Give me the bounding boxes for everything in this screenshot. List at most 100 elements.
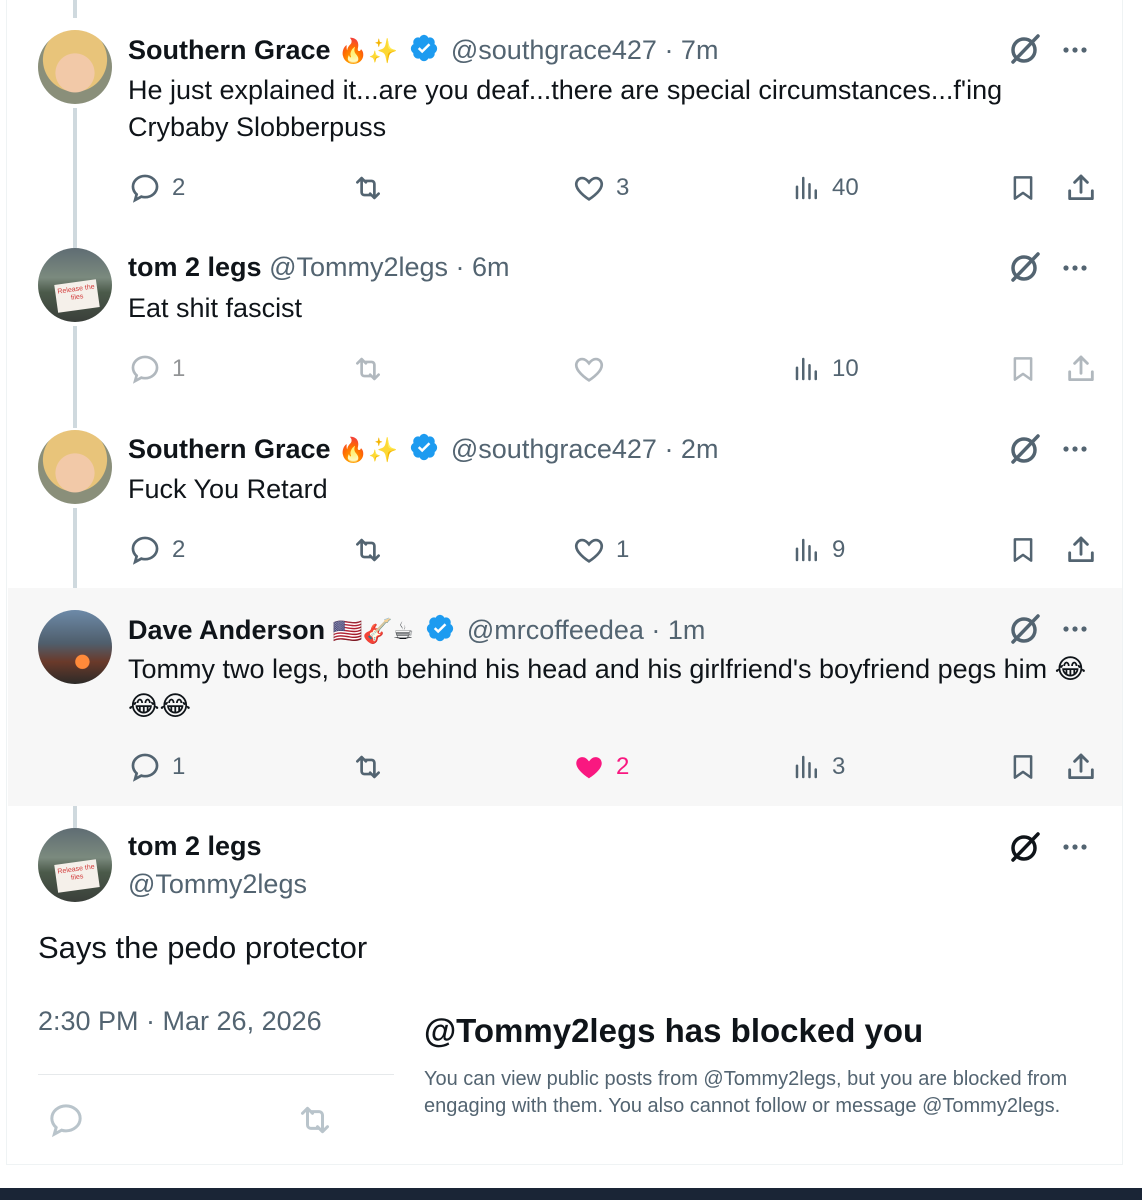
like-button[interactable]: 3 bbox=[572, 168, 629, 208]
reply-button[interactable]: 2 bbox=[128, 168, 185, 208]
views-button[interactable]: 40 bbox=[792, 168, 859, 208]
share-icon bbox=[1068, 174, 1094, 201]
reply-button[interactable]: 1 bbox=[128, 349, 185, 389]
timestamp[interactable]: · 6m bbox=[456, 252, 510, 282]
reply-icon bbox=[50, 1104, 82, 1138]
views-button[interactable]: 10 bbox=[792, 349, 859, 389]
grok-icon[interactable] bbox=[1008, 830, 1042, 864]
retweet-button[interactable] bbox=[350, 530, 386, 570]
retweet-button[interactable] bbox=[350, 349, 386, 389]
handle[interactable]: @Tommy2legs bbox=[128, 868, 307, 900]
handle[interactable]: @Tommy2legs bbox=[269, 252, 448, 282]
bookmark-icon bbox=[1013, 176, 1033, 200]
bookmark-button[interactable] bbox=[1008, 168, 1038, 208]
display-name-text: tom 2 legs bbox=[128, 831, 262, 861]
grok-icon[interactable] bbox=[1008, 32, 1042, 66]
tweet-text: Eat shit fascist bbox=[128, 293, 303, 323]
reply-count: 1 bbox=[172, 355, 186, 382]
avatar[interactable]: Release the files bbox=[38, 248, 112, 322]
display-name[interactable]: tom 2 legs bbox=[128, 830, 262, 862]
avatar[interactable] bbox=[38, 430, 112, 504]
bookmark-button[interactable] bbox=[1008, 349, 1038, 389]
display-name[interactable]: Dave Anderson bbox=[128, 615, 325, 645]
like-button[interactable] bbox=[572, 349, 606, 389]
tweet-header: Southern Grace 🔥✨ @southgrace427 · 2m bbox=[128, 432, 718, 466]
tweet[interactable]: Southern Grace 🔥✨ @southgrace427 · 2m Fu… bbox=[8, 410, 1122, 588]
display-name[interactable]: Southern Grace bbox=[128, 35, 331, 65]
tweet-text: Fuck You Retard bbox=[128, 474, 328, 504]
reply-count: 2 bbox=[172, 174, 186, 201]
views-icon bbox=[795, 538, 817, 562]
tweet[interactable]: Southern Grace 🔥✨ @southgrace427 · 7m He… bbox=[8, 0, 1122, 228]
handle[interactable]: @mrcoffeedea bbox=[467, 615, 644, 645]
bookmark-icon bbox=[1013, 357, 1033, 381]
avatar[interactable] bbox=[38, 30, 112, 104]
tweet-header: tom 2 legs @Tommy2legs · 6m bbox=[128, 251, 510, 283]
reply-icon bbox=[131, 753, 159, 782]
grok-icon[interactable] bbox=[1008, 612, 1042, 646]
more-icon[interactable] bbox=[1058, 619, 1092, 639]
more-icon[interactable] bbox=[1058, 837, 1092, 857]
action-bar: 2 1 9 bbox=[128, 530, 1098, 570]
views-button[interactable]: 3 bbox=[792, 747, 845, 787]
grok-icon[interactable] bbox=[1008, 250, 1042, 284]
tweet-text: Tommy two legs, both behind his head and… bbox=[128, 654, 1087, 721]
view-count: 40 bbox=[832, 174, 859, 201]
more-icon[interactable] bbox=[1058, 40, 1092, 60]
retweet-button[interactable] bbox=[294, 1100, 336, 1145]
verified-badge-icon[interactable] bbox=[409, 432, 439, 462]
retweet-icon bbox=[356, 538, 380, 562]
reply-button[interactable]: 1 bbox=[128, 747, 185, 787]
more-icon[interactable] bbox=[1058, 258, 1092, 278]
reply-button[interactable]: 2 bbox=[128, 530, 185, 570]
retweet-button[interactable] bbox=[350, 168, 386, 208]
view-count: 9 bbox=[832, 536, 846, 563]
timestamp[interactable]: · 7m bbox=[664, 35, 718, 65]
timestamp[interactable]: · 2m bbox=[664, 434, 718, 464]
retweet-icon bbox=[356, 176, 380, 200]
tweet[interactable]: Dave Anderson 🇺🇸🎸☕ @mrcoffeedea · 1m Tom… bbox=[8, 588, 1122, 806]
handle[interactable]: @southgrace427 bbox=[451, 35, 657, 65]
frame-border-right bbox=[1122, 0, 1123, 1165]
handle[interactable]: @southgrace427 bbox=[451, 434, 657, 464]
tweet[interactable]: Release the files tom 2 legs @Tommy2legs… bbox=[8, 228, 1122, 410]
bookmark-button[interactable] bbox=[1008, 747, 1038, 787]
reply-icon bbox=[131, 355, 159, 384]
verified-badge-icon[interactable] bbox=[425, 613, 455, 643]
avatar[interactable]: Release the files bbox=[38, 828, 112, 902]
like-button-active[interactable]: 2 bbox=[572, 747, 629, 787]
post-timestamp[interactable]: 2:30 PM · Mar 26, 2026 bbox=[38, 1006, 322, 1037]
views-icon bbox=[795, 755, 817, 779]
like-count: 2 bbox=[616, 753, 630, 780]
like-icon bbox=[574, 538, 604, 563]
name-emojis: 🇺🇸🎸☕ bbox=[332, 617, 414, 645]
share-button[interactable] bbox=[1064, 747, 1098, 787]
avatar-sign: Release the files bbox=[54, 279, 100, 313]
action-bar: 1 10 bbox=[128, 349, 1098, 389]
blocked-notice-title: @Tommy2legs has blocked you bbox=[424, 1012, 924, 1049]
tweet-header: Southern Grace 🔥✨ @southgrace427 · 7m bbox=[128, 33, 718, 67]
reply-icon bbox=[131, 174, 159, 203]
grok-icon[interactable] bbox=[1008, 432, 1042, 466]
view-count: 3 bbox=[832, 753, 846, 780]
share-button[interactable] bbox=[1064, 349, 1098, 389]
display-name[interactable]: tom 2 legs bbox=[128, 252, 262, 282]
verified-badge-icon[interactable] bbox=[409, 33, 439, 63]
retweet-icon bbox=[356, 755, 380, 779]
avatar[interactable] bbox=[38, 610, 112, 684]
views-button[interactable]: 9 bbox=[792, 530, 845, 570]
retweet-button[interactable] bbox=[350, 747, 386, 787]
like-button[interactable]: 1 bbox=[572, 530, 629, 570]
frame-border-bottom bbox=[6, 1164, 1123, 1165]
like-filled-icon bbox=[576, 757, 602, 779]
thread-page: Southern Grace 🔥✨ @southgrace427 · 7m He… bbox=[0, 0, 1142, 1200]
share-button[interactable] bbox=[1064, 168, 1098, 208]
display-name[interactable]: Southern Grace bbox=[128, 434, 331, 464]
reply-button[interactable] bbox=[46, 1100, 86, 1145]
avatar-sign: Release the files bbox=[54, 859, 100, 893]
bottom-edge-bar bbox=[0, 1188, 1142, 1200]
more-icon[interactable] bbox=[1058, 439, 1092, 459]
bookmark-button[interactable] bbox=[1008, 530, 1038, 570]
share-button[interactable] bbox=[1064, 530, 1098, 570]
timestamp[interactable]: · 1m bbox=[651, 615, 705, 645]
